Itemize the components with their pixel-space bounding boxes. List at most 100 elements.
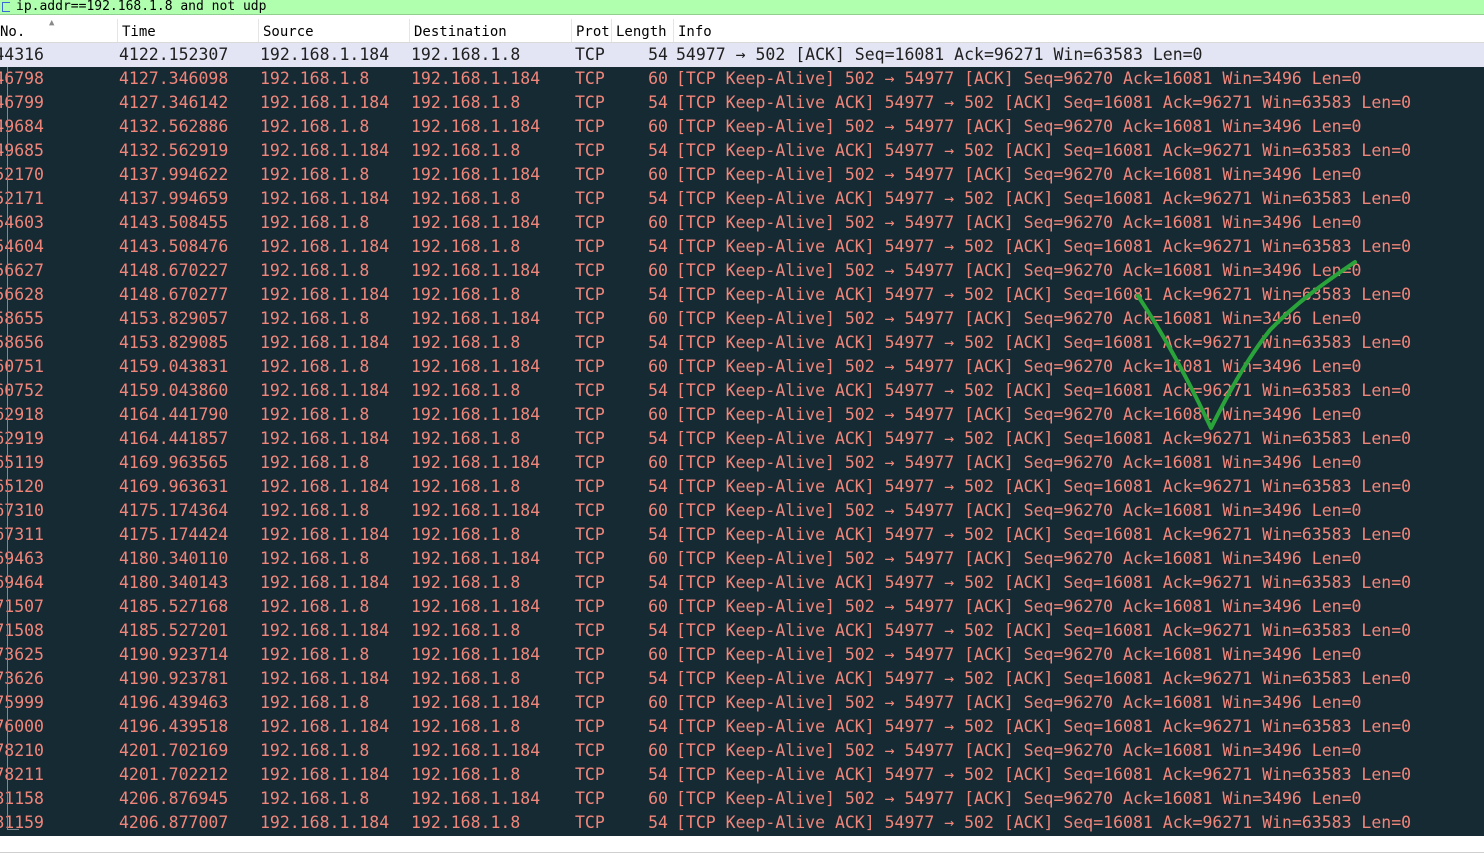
packet-destination: 192.168.1.8	[411, 285, 521, 304]
packet-protocol: TCP	[575, 717, 605, 736]
packet-row[interactable]: 18673114175.174424192.168.1.184192.168.1…	[0, 523, 1484, 547]
packet-protocol: TCP	[575, 189, 605, 208]
packet-time: 4175.174424	[119, 525, 229, 544]
packet-row[interactable]: 18673104175.174364192.168.1.8192.168.1.1…	[0, 499, 1484, 523]
packet-row[interactable]: 18759994196.439463192.168.1.8192.168.1.1…	[0, 691, 1484, 715]
packet-source: 192.168.1.8	[260, 693, 370, 712]
packet-info: [TCP Keep-Alive ACK] 54977 → 502 [ACK] S…	[676, 285, 1412, 304]
filter-bookmark-icon[interactable]	[2, 2, 10, 12]
packet-destination: 192.168.1.184	[411, 309, 541, 328]
packet-destination: 192.168.1.8	[411, 573, 521, 592]
packet-row[interactable]: 18521714137.994659192.168.1.184192.168.1…	[0, 187, 1484, 211]
packet-destination: 192.168.1.184	[411, 405, 541, 424]
packet-length: 60	[648, 789, 668, 808]
packet-destination: 192.168.1.8	[411, 141, 521, 160]
packet-time: 4153.829085	[119, 333, 229, 352]
packet-row[interactable]: 18651194169.963565192.168.1.8192.168.1.1…	[0, 451, 1484, 475]
packet-protocol: TCP	[575, 477, 605, 496]
packet-row[interactable]: 18715074185.527168192.168.1.8192.168.1.1…	[0, 595, 1484, 619]
packet-source: 192.168.1.8	[260, 405, 370, 424]
packet-row[interactable]: 18760004196.439518192.168.1.184192.168.1…	[0, 715, 1484, 739]
packet-length: 60	[648, 261, 668, 280]
packet-protocol: TCP	[575, 597, 605, 616]
display-filter-input[interactable]: ip.addr==192.168.1.8 and not udp	[16, 0, 266, 15]
packet-time: 4185.527201	[119, 621, 229, 640]
packet-time: 4159.043860	[119, 381, 229, 400]
column-header-info[interactable]: Info	[673, 19, 1484, 42]
packet-time: 4190.923714	[119, 645, 229, 664]
packet-info: [TCP Keep-Alive ACK] 54977 → 502 [ACK] S…	[676, 765, 1412, 784]
packet-row[interactable]: 18546034143.508455192.168.1.8192.168.1.1…	[0, 211, 1484, 235]
packet-source: 192.168.1.184	[260, 525, 390, 544]
packet-row[interactable]: 18467984127.346098192.168.1.8192.168.1.1…	[0, 67, 1484, 91]
packet-row[interactable]: 18651204169.963631192.168.1.184192.168.1…	[0, 475, 1484, 499]
packet-row[interactable]: 18782114201.702212192.168.1.184192.168.1…	[0, 763, 1484, 787]
packet-row[interactable]: 18496844132.562886192.168.1.8192.168.1.1…	[0, 115, 1484, 139]
packet-protocol: TCP	[575, 429, 605, 448]
packet-row[interactable]: 18566274148.670227192.168.1.8192.168.1.1…	[0, 259, 1484, 283]
column-header-protocol[interactable]: Prot	[571, 19, 611, 42]
packet-info: [TCP Keep-Alive] 502 → 54977 [ACK] Seq=9…	[676, 261, 1362, 280]
column-header-length[interactable]: Length	[611, 19, 673, 42]
packet-row[interactable]: 18546044143.508476192.168.1.184192.168.1…	[0, 235, 1484, 259]
packet-protocol: TCP	[575, 309, 605, 328]
packet-row[interactable]: 18629194164.441857192.168.1.184192.168.1…	[0, 427, 1484, 451]
packet-info: [TCP Keep-Alive] 502 → 54977 [ACK] Seq=9…	[676, 645, 1362, 664]
packet-row[interactable]: 18566284148.670277192.168.1.184192.168.1…	[0, 283, 1484, 307]
packet-protocol: TCP	[575, 405, 605, 424]
packet-info: 54977 → 502 [ACK] Seq=16081 Ack=96271 Wi…	[676, 45, 1203, 64]
column-header-no[interactable]: No. ▲	[0, 18, 117, 42]
packet-row[interactable]: 1844316 4122.152307 192.168.1.184 192.168.1…	[0, 43, 1484, 67]
packet-source: 192.168.1.184	[260, 621, 390, 640]
packet-protocol: TCP	[575, 693, 605, 712]
packet-source: 192.168.1.8	[260, 501, 370, 520]
packet-source: 192.168.1.184	[260, 669, 390, 688]
packet-row[interactable]: 18607514159.043831192.168.1.8192.168.1.1…	[0, 355, 1484, 379]
packet-length: 60	[648, 597, 668, 616]
packet-row[interactable]: 18811584206.876945192.168.1.8192.168.1.1…	[0, 787, 1484, 811]
packet-info: [TCP Keep-Alive ACK] 54977 → 502 [ACK] S…	[676, 333, 1412, 352]
packet-info: [TCP Keep-Alive ACK] 54977 → 502 [ACK] S…	[676, 621, 1412, 640]
packet-length: 60	[648, 693, 668, 712]
packet-info: [TCP Keep-Alive ACK] 54977 → 502 [ACK] S…	[676, 477, 1412, 496]
display-filter-bar[interactable]: ip.addr==192.168.1.8 and not udp	[0, 0, 1484, 15]
packet-row[interactable]: 18586554153.829057192.168.1.8192.168.1.1…	[0, 307, 1484, 331]
packet-row[interactable]: 18586564153.829085192.168.1.184192.168.1…	[0, 331, 1484, 355]
packet-protocol: TCP	[575, 741, 605, 760]
packet-source: 192.168.1.8	[260, 453, 370, 472]
packet-time: 4143.508476	[119, 237, 229, 256]
packet-length: 60	[648, 549, 668, 568]
packet-info: [TCP Keep-Alive] 502 → 54977 [ACK] Seq=9…	[676, 117, 1362, 136]
related-packets-indicator	[7, 67, 8, 830]
packet-protocol: TCP	[575, 453, 605, 472]
packet-protocol: TCP	[575, 93, 605, 112]
packet-length: 60	[648, 645, 668, 664]
packet-length: 54	[648, 237, 668, 256]
packet-row[interactable]: 18736254190.923714192.168.1.8192.168.1.1…	[0, 643, 1484, 667]
packet-source: 192.168.1.8	[260, 165, 370, 184]
packet-row[interactable]: 18694634180.340110192.168.1.8192.168.1.1…	[0, 547, 1484, 571]
column-header-source[interactable]: Source	[258, 19, 409, 42]
packet-info: [TCP Keep-Alive ACK] 54977 → 502 [ACK] S…	[676, 237, 1412, 256]
packet-row[interactable]: 18467994127.346142192.168.1.184192.168.1…	[0, 91, 1484, 115]
column-header-time[interactable]: Time	[117, 19, 258, 42]
packet-row[interactable]: 18782104201.702169192.168.1.8192.168.1.1…	[0, 739, 1484, 763]
packet-row[interactable]: 18694644180.340143192.168.1.184192.168.1…	[0, 571, 1484, 595]
pane-divider[interactable]	[0, 852, 1484, 853]
packet-row[interactable]: 18736264190.923781192.168.1.184192.168.1…	[0, 667, 1484, 691]
packet-info: [TCP Keep-Alive ACK] 54977 → 502 [ACK] S…	[676, 93, 1412, 112]
packet-row[interactable]: 18496854132.562919192.168.1.184192.168.1…	[0, 139, 1484, 163]
packet-time: 4143.508455	[119, 213, 229, 232]
packet-row[interactable]: 18607524159.043860192.168.1.184192.168.1…	[0, 379, 1484, 403]
packet-info: [TCP Keep-Alive ACK] 54977 → 502 [ACK] S…	[676, 429, 1412, 448]
packet-row[interactable]: 18521704137.994622192.168.1.8192.168.1.1…	[0, 163, 1484, 187]
packet-list[interactable]: 1844316 4122.152307 192.168.1.184 192.168.1…	[0, 43, 1484, 836]
packet-length: 54	[648, 189, 668, 208]
packet-destination: 192.168.1.8	[411, 717, 521, 736]
packet-source: 192.168.1.184	[260, 285, 390, 304]
packet-row[interactable]: 18629184164.441790192.168.1.8192.168.1.1…	[0, 403, 1484, 427]
column-header-destination[interactable]: Destination	[409, 19, 571, 42]
packet-row[interactable]: 18811594206.877007192.168.1.184192.168.1…	[0, 811, 1484, 835]
packet-row[interactable]: 18715084185.527201192.168.1.184192.168.1…	[0, 619, 1484, 643]
column-label-no: No.	[0, 24, 26, 40]
